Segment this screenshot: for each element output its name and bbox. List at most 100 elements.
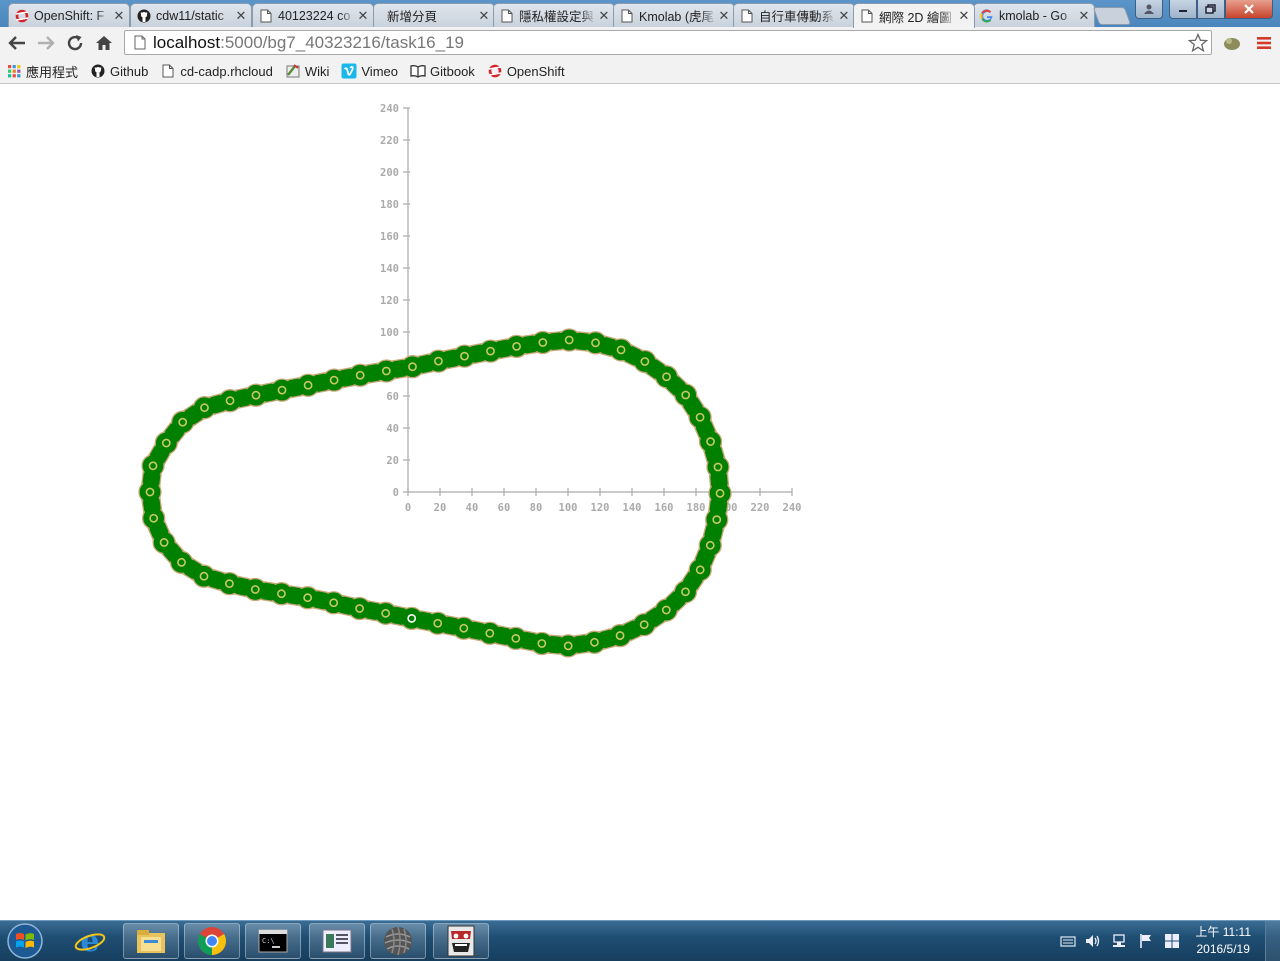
tab-title: cdw11/static [156, 8, 224, 23]
tab-1[interactable]: OpenShift: F ✕ [8, 3, 130, 27]
coordinate-axes: 0 20 40 60 80 100 120 140 160 180 200 220 240 0 20 40 60… [380, 103, 801, 514]
keyboard-icon[interactable] [1058, 931, 1078, 951]
bookmark-label: OpenShift [506, 63, 565, 79]
tab-title: 40123224 co [278, 8, 351, 23]
home-button[interactable] [92, 31, 116, 55]
reload-button[interactable] [63, 31, 87, 55]
tab-9[interactable]: kmolab - Go ✕ [973, 3, 1095, 27]
new-tab-button[interactable] [1092, 7, 1132, 25]
tab-title: OpenShift: F [34, 8, 105, 23]
show-desktop-button[interactable] [1265, 921, 1280, 961]
bookmark-label: Vimeo [361, 63, 398, 79]
mask-app-taskbar-button[interactable] [433, 923, 489, 959]
x-tick-label: 40 [466, 502, 479, 514]
close-window-button[interactable] [1225, 0, 1273, 19]
url-host: localhost [153, 32, 221, 52]
address-bar[interactable]: localhost:5000/bg7_40323216/task16_19 [124, 30, 1212, 55]
cmd-taskbar-button[interactable]: C:\ [245, 923, 301, 959]
system-tray: 上午 11:11 2016/5/19 [1055, 921, 1280, 961]
cmd-icon: C:\ [258, 929, 288, 953]
y-tick-label: 120 [380, 295, 399, 307]
y-tick-label: 200 [380, 167, 399, 179]
start-button[interactable] [3, 921, 47, 961]
page-content: 0 20 40 60 80 100 120 140 160 180 200 220 240 0 20 40 60… [0, 85, 1280, 920]
network-icon[interactable] [1110, 931, 1130, 951]
bookmark-star-icon[interactable] [1188, 33, 1208, 53]
browser-toolbar: localhost:5000/bg7_40323216/task16_19 [0, 27, 1280, 59]
user-profile-icon[interactable] [1135, 0, 1163, 19]
tab-6[interactable]: Kmolab (虎尾 ✕ [613, 3, 735, 27]
bookmark-2[interactable]: Github [90, 63, 148, 79]
extension-icon [1224, 38, 1240, 50]
x-tick-label: 220 [751, 502, 770, 514]
bookmark-1[interactable]: 應用程式 [6, 62, 78, 81]
close-tab-icon[interactable]: ✕ [478, 8, 490, 24]
page-icon [740, 9, 754, 23]
tab-4[interactable]: 新增分頁 ✕ [373, 3, 495, 27]
page-icon [134, 35, 146, 50]
y-tick-label: 240 [380, 103, 399, 115]
windows-update-icon[interactable] [1162, 931, 1182, 951]
windows-orb-icon [7, 923, 43, 959]
clock-date: 2016/5/19 [1196, 942, 1250, 956]
x-tick-label: 100 [559, 502, 578, 514]
explorer-icon [137, 930, 165, 953]
bookmark-6[interactable]: Gitbook [410, 63, 475, 79]
tab-8[interactable]: 網際 2D 繪圖 ✕ [853, 3, 975, 28]
tab-3[interactable]: 40123224 co ✕ [252, 3, 374, 27]
bookmark-4[interactable]: Wiki [285, 63, 329, 79]
apps-grid-icon [6, 63, 22, 79]
github-icon [137, 9, 151, 23]
restore-button[interactable] [1197, 0, 1225, 19]
mask-app-icon [447, 925, 475, 957]
close-tab-icon[interactable]: ✕ [113, 8, 125, 24]
forward-button[interactable] [34, 31, 58, 55]
close-tab-icon[interactable]: ✕ [1078, 8, 1090, 24]
action-center-flag-icon[interactable] [1136, 931, 1156, 951]
y-tick-label: 140 [380, 263, 399, 275]
y-tick-label: 0 [393, 487, 399, 499]
y-tick-label: 60 [386, 391, 399, 403]
tab-2[interactable]: cdw11/static ✕ [130, 3, 252, 27]
minimize-button[interactable] [1169, 0, 1197, 19]
bookmark-3[interactable]: cd-cadp.rhcloud [160, 63, 273, 79]
wiki-icon [285, 63, 301, 79]
x-tick-label: 60 [498, 502, 511, 514]
url-text[interactable]: localhost:5000/bg7_40323216/task16_19 [153, 33, 464, 53]
windows-taskbar: e C:\ 上午 11:11 2016/5/19 [0, 920, 1280, 961]
extension-button[interactable] [1220, 31, 1244, 55]
y-tick-label: 40 [386, 423, 399, 435]
chrome-taskbar-button[interactable] [184, 923, 240, 959]
openshift-icon [15, 9, 29, 23]
page-icon [160, 63, 176, 79]
hamburger-menu-icon [1257, 37, 1271, 49]
clock-time: 上午 11:11 [1195, 925, 1251, 939]
x-tick-label: 180 [687, 502, 706, 514]
x-tick-label: 240 [783, 502, 802, 514]
system-clock[interactable]: 上午 11:11 2016/5/19 [1195, 924, 1251, 958]
close-tab-icon[interactable]: ✕ [235, 8, 247, 24]
bookmark-5[interactable]: Vimeo [341, 63, 398, 79]
x-tick-label: 160 [655, 502, 674, 514]
tab-5[interactable]: 隱私權設定與 ✕ [493, 3, 615, 27]
volume-icon[interactable] [1084, 931, 1104, 951]
sphere-app-taskbar-button[interactable] [370, 923, 426, 959]
close-tab-icon[interactable]: ✕ [838, 8, 850, 24]
tab-7[interactable]: 自行車傳動系 ✕ [733, 3, 855, 27]
back-button[interactable] [5, 31, 29, 55]
close-tab-icon[interactable]: ✕ [958, 8, 970, 24]
google-icon [980, 8, 994, 23]
close-tab-icon[interactable]: ✕ [598, 8, 610, 24]
editor-taskbar-button[interactable] [309, 923, 365, 959]
bookmark-7[interactable]: OpenShift [487, 63, 565, 79]
openshift-icon [487, 63, 503, 79]
home-icon [96, 36, 112, 50]
y-tick-label: 160 [380, 231, 399, 243]
close-tab-icon[interactable]: ✕ [357, 8, 369, 24]
explorer-taskbar-button[interactable] [123, 923, 179, 959]
close-tab-icon[interactable]: ✕ [718, 8, 730, 24]
forward-arrow-icon [38, 36, 55, 50]
ie-taskbar-button[interactable]: e [62, 923, 118, 959]
menu-button[interactable] [1252, 31, 1276, 55]
vimeo-icon [341, 63, 357, 79]
